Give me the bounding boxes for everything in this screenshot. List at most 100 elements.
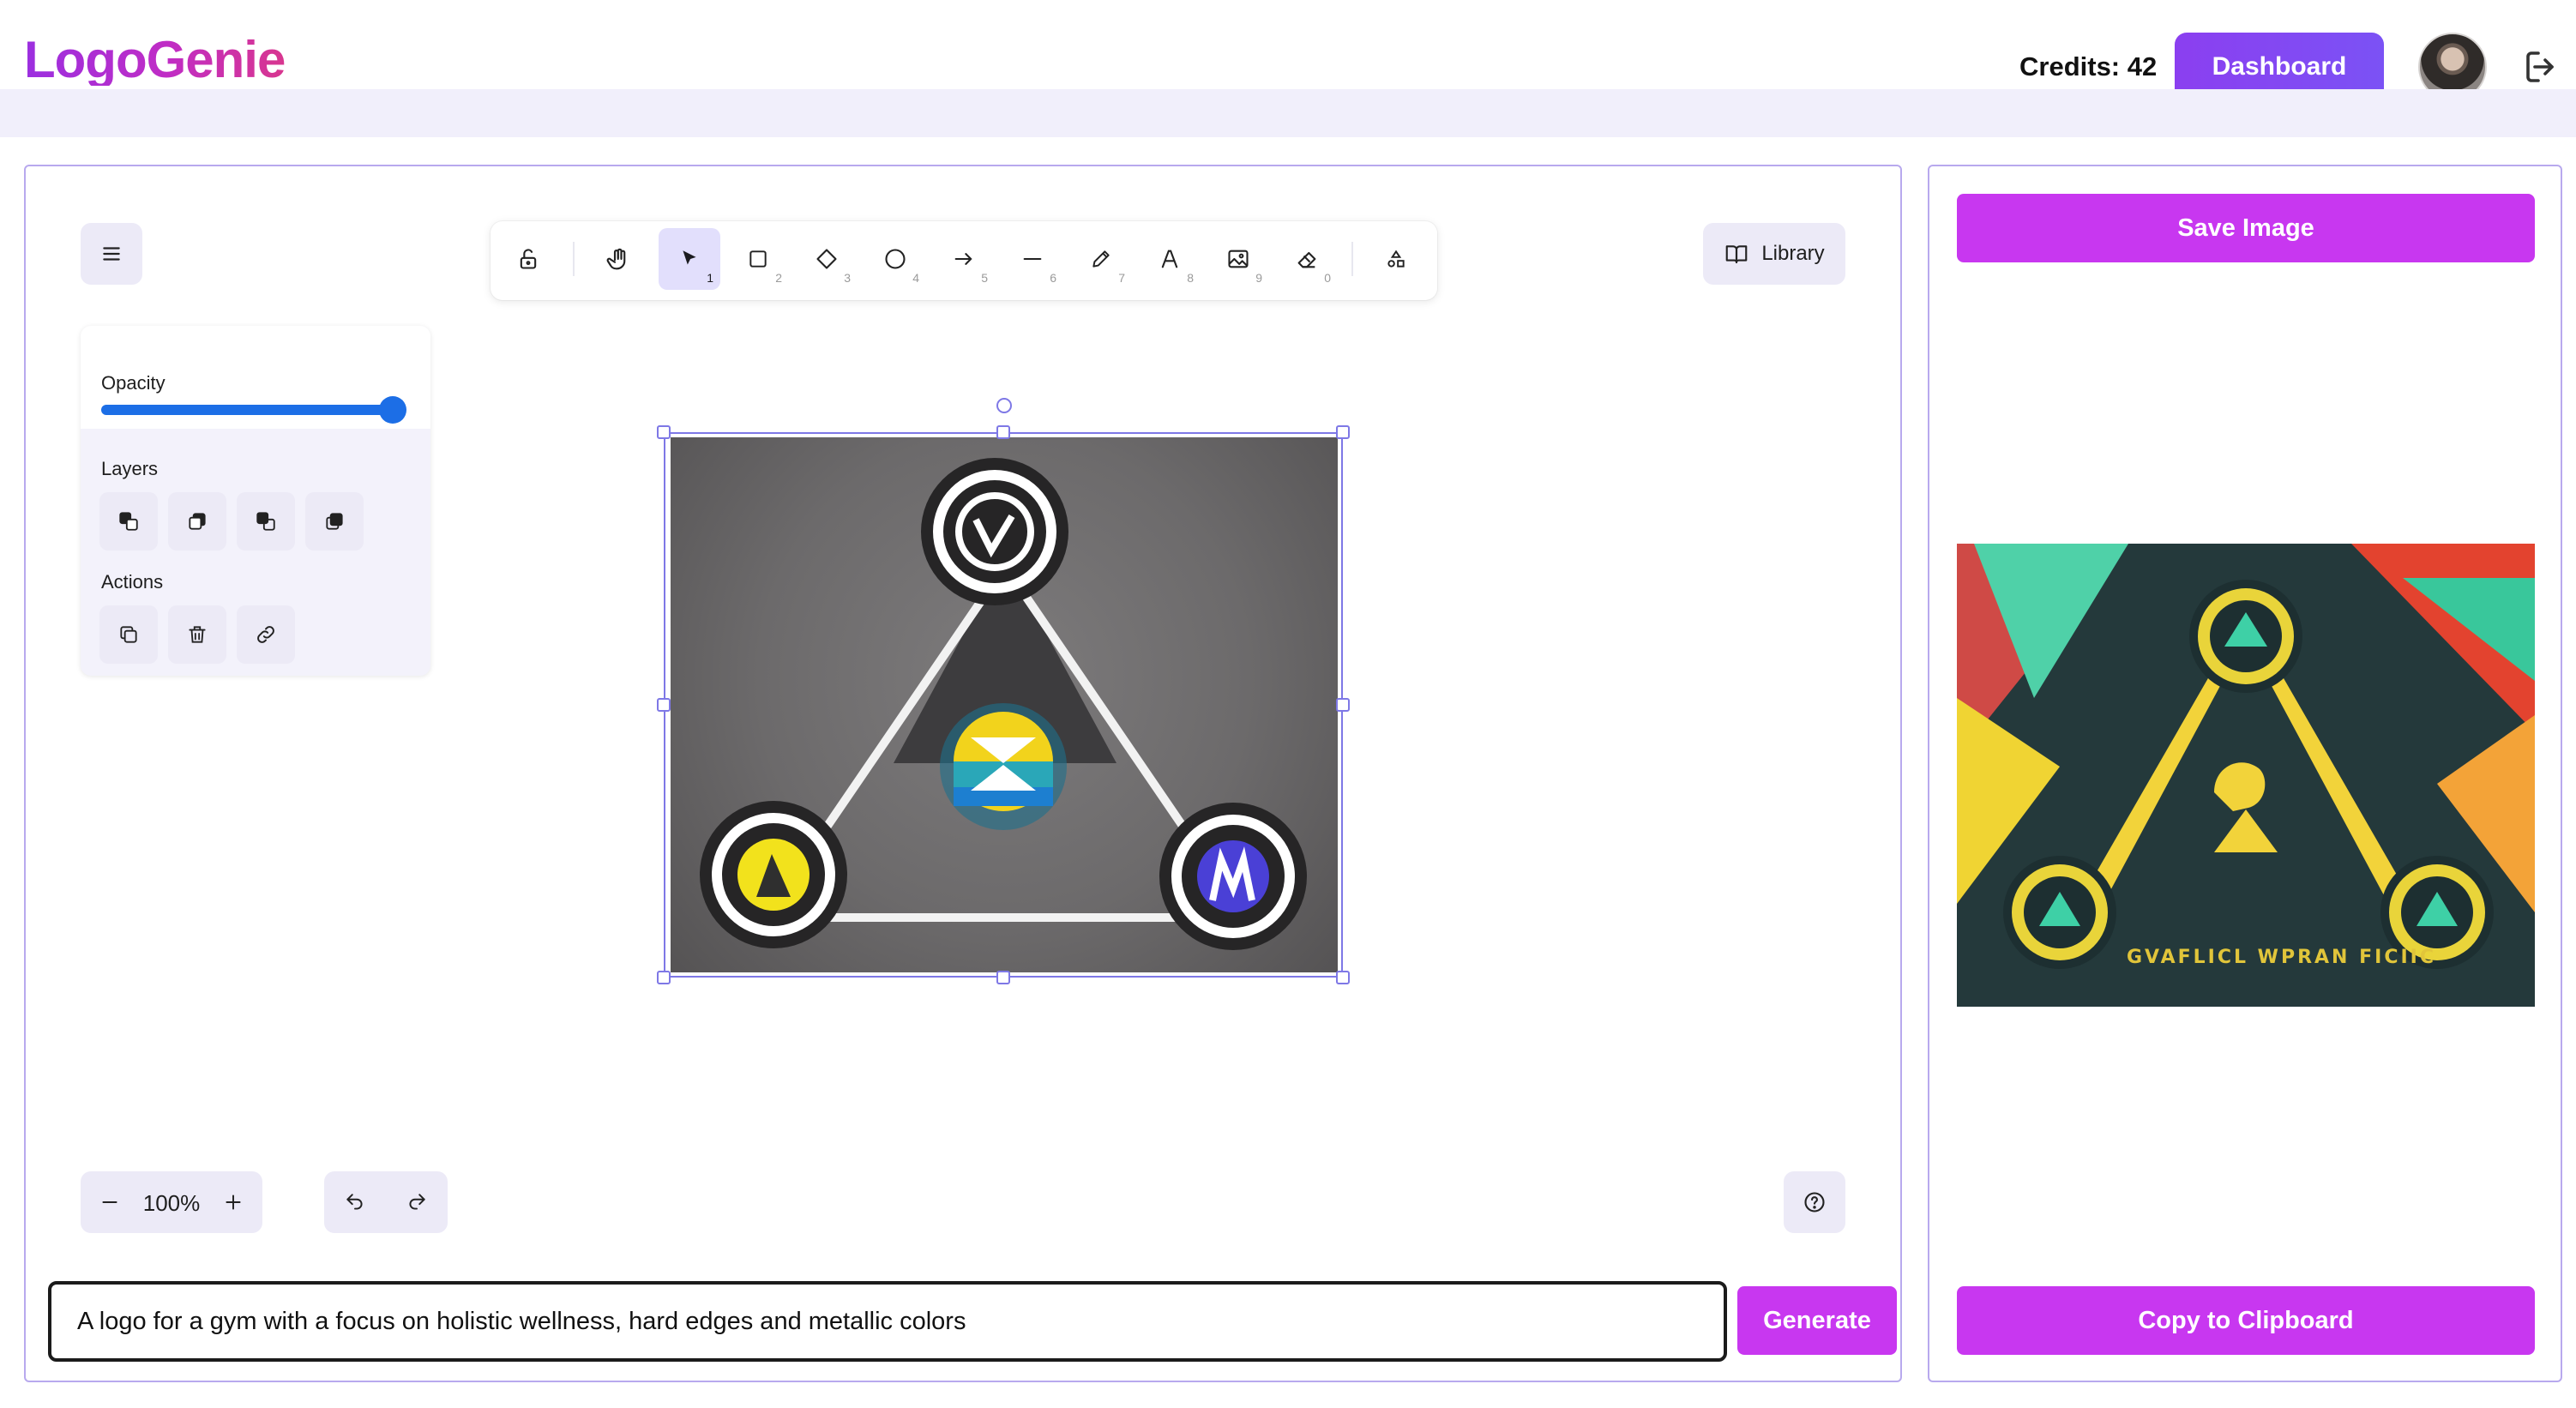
resize-handle-w[interactable] xyxy=(657,698,671,712)
minus-icon xyxy=(102,1201,117,1203)
tool-arrow[interactable]: 5 xyxy=(933,228,995,290)
diamond-icon xyxy=(816,249,837,269)
help-icon xyxy=(1804,1192,1825,1212)
tool-key-9: 9 xyxy=(1255,271,1262,285)
ellipse-icon xyxy=(885,249,906,269)
delete-button[interactable] xyxy=(168,605,226,664)
rectangle-icon xyxy=(749,250,767,268)
layers-label: Layers xyxy=(101,458,159,479)
tool-image[interactable]: 9 xyxy=(1207,228,1269,290)
text-icon xyxy=(1161,250,1178,268)
bring-to-front-icon xyxy=(326,513,343,530)
header-band xyxy=(0,89,2576,137)
link-icon xyxy=(257,626,274,643)
pencil-icon xyxy=(1092,250,1110,268)
library-button[interactable]: Library xyxy=(1703,223,1845,285)
zoom-in-button[interactable] xyxy=(204,1171,262,1233)
tool-text[interactable]: 8 xyxy=(1139,228,1201,290)
resize-handle-n[interactable] xyxy=(996,425,1010,439)
bring-forward-button[interactable] xyxy=(237,492,295,551)
hand-icon xyxy=(606,248,626,270)
copy-to-clipboard-button[interactable]: Copy to Clipboard xyxy=(1957,1286,2535,1355)
pointer-icon xyxy=(683,250,696,265)
resize-handle-e[interactable] xyxy=(1336,698,1350,712)
send-backward-button[interactable] xyxy=(168,492,226,551)
tool-key-0: 0 xyxy=(1324,271,1331,285)
send-backward-icon xyxy=(189,513,206,530)
library-label: Library xyxy=(1761,242,1825,265)
generated-logo-artwork xyxy=(1957,544,2535,1007)
tool-key-6: 6 xyxy=(1050,271,1056,285)
bring-to-front-button[interactable] xyxy=(305,492,364,551)
generated-logo-image[interactable]: GVAFLICL WPRAN FICIIC xyxy=(1957,544,2535,1007)
zoom-level[interactable]: 100% xyxy=(139,1190,204,1217)
tool-key-1: 1 xyxy=(707,271,713,285)
book-icon xyxy=(1726,245,1748,264)
prompt-input[interactable] xyxy=(48,1281,1727,1362)
drawing-toolbar: 1 2 3 4 5 6 7 8 9 0 xyxy=(491,221,1437,300)
actions-label: Actions xyxy=(101,571,164,593)
tool-key-5: 5 xyxy=(981,271,988,285)
app-logo[interactable]: LogoGenie xyxy=(24,34,286,86)
rotation-handle[interactable] xyxy=(996,398,1012,413)
tool-diamond[interactable]: 3 xyxy=(796,228,858,290)
properties-panel: Opacity Layers Actions xyxy=(81,326,430,676)
generate-button[interactable]: Generate xyxy=(1737,1286,1897,1355)
resize-handle-sw[interactable] xyxy=(657,971,671,984)
line-icon xyxy=(1023,257,1042,261)
opacity-slider[interactable] xyxy=(101,405,393,415)
logout-icon[interactable] xyxy=(2521,46,2562,87)
selection-box xyxy=(664,432,1343,978)
resize-handle-s[interactable] xyxy=(996,971,1010,984)
help-button[interactable] xyxy=(1784,1171,1845,1233)
redo-button[interactable] xyxy=(386,1171,448,1233)
opacity-slider-thumb[interactable] xyxy=(379,396,406,424)
trash-icon xyxy=(189,626,206,643)
arrow-icon xyxy=(954,253,972,265)
tool-key-3: 3 xyxy=(844,271,851,285)
zoom-out-button[interactable] xyxy=(81,1171,139,1233)
opacity-label: Opacity xyxy=(101,372,166,394)
tool-lock[interactable] xyxy=(497,228,559,290)
send-to-back-button[interactable] xyxy=(99,492,158,551)
tool-key-2: 2 xyxy=(775,271,782,285)
history-controls xyxy=(324,1171,448,1233)
undo-button[interactable] xyxy=(324,1171,386,1233)
tool-selection[interactable]: 1 xyxy=(659,228,720,290)
tool-rectangle[interactable]: 2 xyxy=(727,228,789,290)
tool-draw[interactable]: 7 xyxy=(1070,228,1132,290)
zoom-controls: 100% xyxy=(81,1171,262,1233)
main-menu-button[interactable] xyxy=(81,223,142,285)
tool-hand[interactable] xyxy=(588,228,650,290)
resize-handle-ne[interactable] xyxy=(1336,425,1350,439)
save-image-button[interactable]: Save Image xyxy=(1957,194,2535,262)
eraser-icon xyxy=(1297,251,1316,268)
redo-icon xyxy=(409,1194,425,1210)
tool-key-8: 8 xyxy=(1187,271,1194,285)
bring-forward-icon xyxy=(256,512,275,531)
hamburger-icon xyxy=(103,247,120,261)
tool-ellipse[interactable]: 4 xyxy=(864,228,926,290)
duplicate-button[interactable] xyxy=(99,605,158,664)
lock-open-icon xyxy=(520,249,537,269)
undo-icon xyxy=(346,1194,363,1210)
shapes-icon xyxy=(1387,250,1405,268)
credits-counter: Credits: 42 xyxy=(2019,51,2158,81)
plus-icon xyxy=(226,1194,241,1210)
top-header: LogoGenie Credits: 42 Dashboard xyxy=(0,0,2576,101)
image-icon xyxy=(1228,250,1249,268)
tool-key-7: 7 xyxy=(1118,271,1125,285)
tool-extra-shapes[interactable] xyxy=(1365,228,1427,290)
resize-handle-se[interactable] xyxy=(1336,971,1350,984)
tool-line[interactable]: 6 xyxy=(1002,228,1063,290)
tool-key-4: 4 xyxy=(912,271,919,285)
result-panel: Save Image GVAFLICL WPRAN FICIIC Copy to… xyxy=(1928,165,2562,1382)
toolbar-separator xyxy=(1351,242,1353,276)
generated-logo-caption: GVAFLICL WPRAN FICIIC xyxy=(2127,947,2436,968)
canvas-panel: 1 2 3 4 5 6 7 8 9 0 Library Opacity Laye… xyxy=(24,165,1902,1382)
send-to-back-icon xyxy=(119,512,138,531)
resize-handle-nw[interactable] xyxy=(657,425,671,439)
toolbar-separator xyxy=(573,242,575,276)
tool-eraser[interactable]: 0 xyxy=(1276,228,1338,290)
link-button[interactable] xyxy=(237,605,295,664)
